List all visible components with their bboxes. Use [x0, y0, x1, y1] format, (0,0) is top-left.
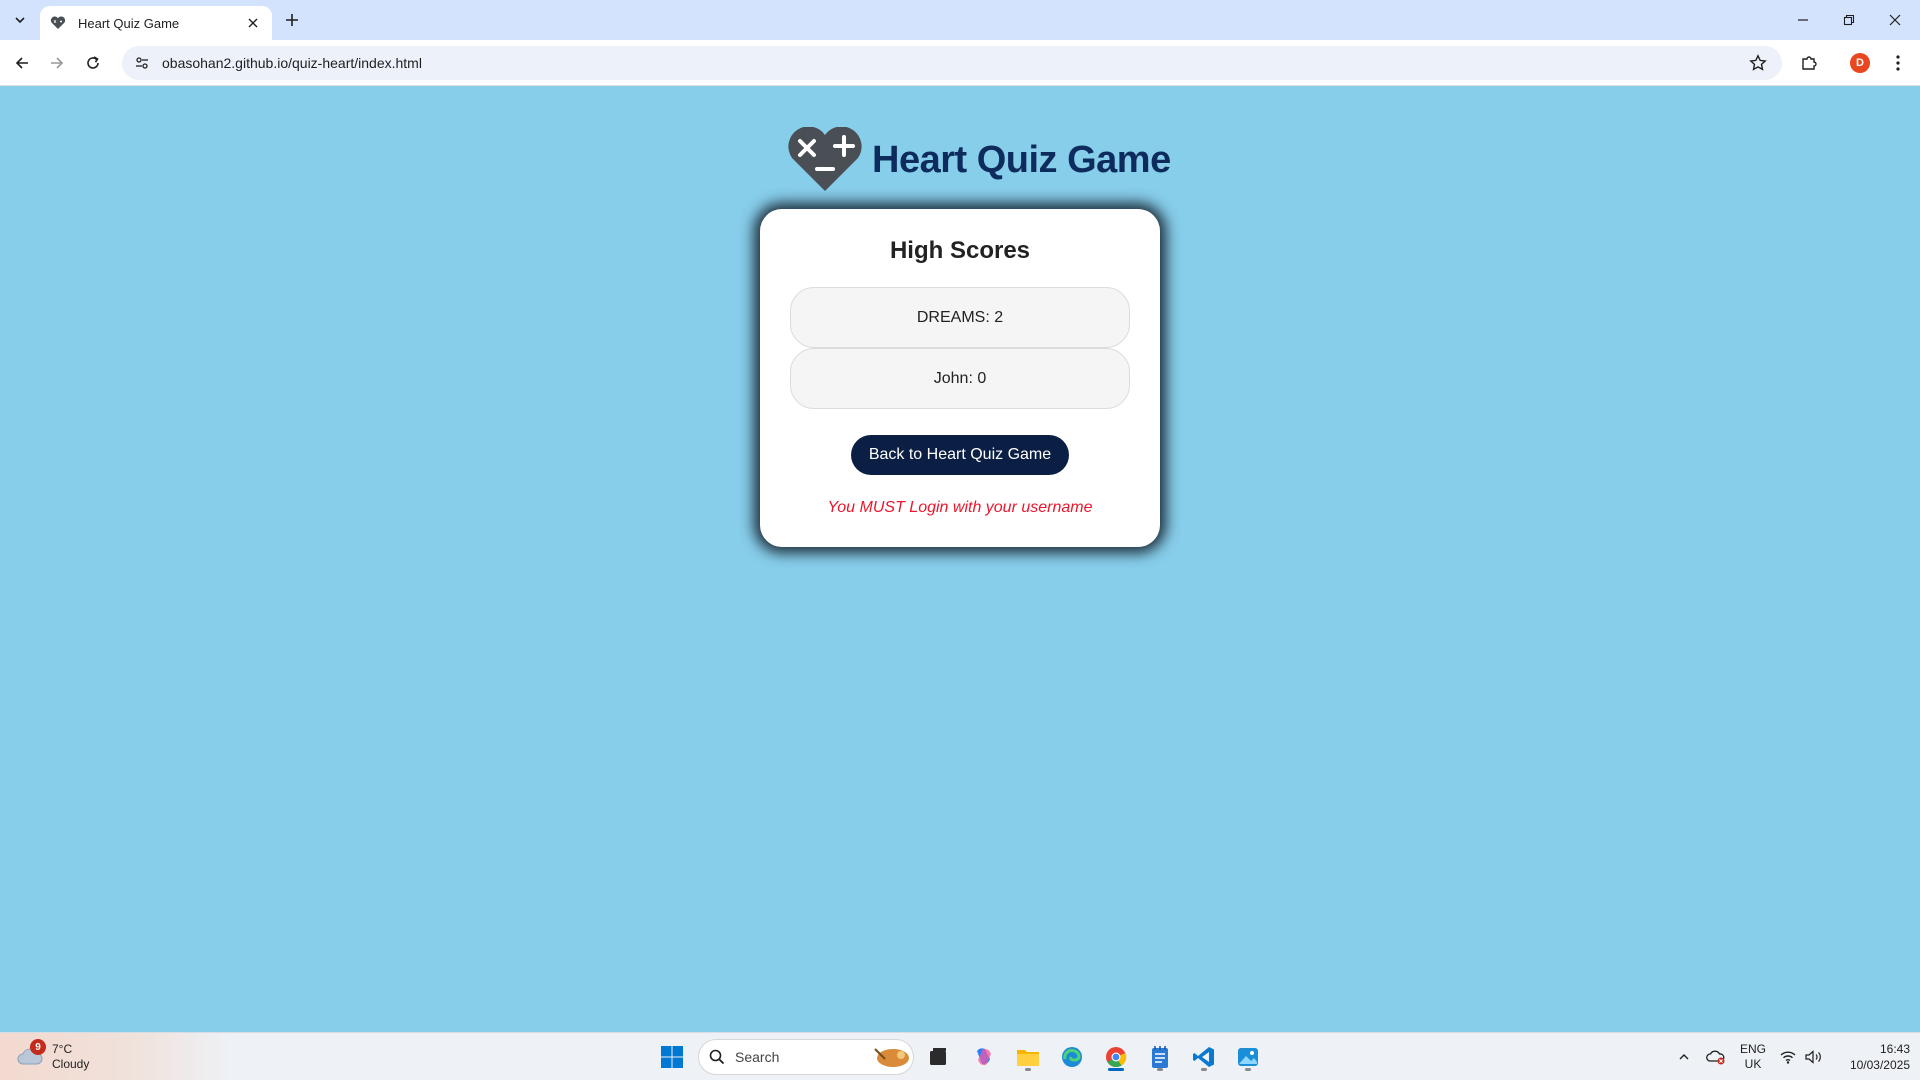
weather-temperature: 7°C: [52, 1042, 73, 1056]
profile-button[interactable]: D: [1846, 49, 1874, 77]
weather-description: Cloudy: [52, 1057, 90, 1071]
weather-text: 7°C Cloudy: [52, 1042, 89, 1072]
task-view-icon: [930, 1048, 946, 1065]
score-list: DREAMS: 2 John: 0: [790, 287, 1130, 409]
chrome-icon: [1106, 1047, 1127, 1068]
restore-button[interactable]: [1826, 0, 1872, 40]
url-text[interactable]: obasohan2.github.io/quiz-heart/index.htm…: [162, 55, 1744, 71]
tab-search-button[interactable]: [8, 8, 32, 32]
back-to-game-button[interactable]: Back to Heart Quiz Game: [851, 435, 1069, 475]
cloud-icon: 9: [16, 1039, 46, 1069]
running-indicator: [1025, 1068, 1031, 1071]
chevron-down-icon: [15, 17, 25, 24]
copilot-icon: [977, 1048, 991, 1066]
running-indicator: [1157, 1068, 1163, 1071]
wifi-icon: [1780, 1051, 1796, 1064]
copilot-button[interactable]: [968, 1041, 1000, 1073]
search-label: Search: [735, 1049, 780, 1065]
tab-title: Heart Quiz Game: [78, 15, 180, 31]
new-tab-button[interactable]: [280, 8, 304, 32]
score-item: DREAMS: 2: [790, 287, 1130, 348]
site-info-icon[interactable]: [128, 49, 156, 77]
edge-icon: [1062, 1047, 1082, 1067]
vscode-icon: [1193, 1047, 1214, 1067]
onedrive-tray-button[interactable]: [1702, 1033, 1730, 1080]
search-icon: [709, 1049, 725, 1065]
score-item: John: 0: [790, 348, 1130, 409]
browser-toolbar: obasohan2.github.io/quiz-heart/index.htm…: [0, 40, 1920, 86]
weather-alert-badge: 9: [30, 1039, 46, 1055]
weather-widget[interactable]: 9 7°C Cloudy: [0, 1033, 230, 1080]
forward-nav-button[interactable]: [43, 49, 71, 77]
minimize-icon: [1798, 19, 1808, 21]
back-nav-button[interactable]: [8, 49, 36, 77]
profile-avatar: D: [1850, 53, 1870, 73]
login-warning-text: You MUST Login with your username: [827, 499, 1093, 516]
high-scores-card: High Scores DREAMS: 2 John: 0 Back to He…: [760, 209, 1160, 547]
running-indicator: [1201, 1068, 1207, 1071]
chevron-up-icon: [1679, 1054, 1689, 1060]
clock-time: 16:43: [1879, 1042, 1910, 1056]
vscode-button[interactable]: [1188, 1041, 1220, 1073]
restore-icon: [1843, 14, 1855, 26]
app-title: Heart Quiz Game: [872, 138, 1171, 181]
language-indicator[interactable]: ENG UK: [1736, 1033, 1770, 1080]
wifi-tray-button[interactable]: [1776, 1033, 1800, 1080]
photos-button[interactable]: [1232, 1041, 1264, 1073]
tab-heart-quiz[interactable]: Heart Quiz Game: [40, 6, 272, 40]
kebab-menu-icon: [1896, 55, 1900, 71]
folder-icon: [1017, 1050, 1039, 1066]
puzzle-icon: [1802, 56, 1817, 70]
taskbar-search[interactable]: Search: [698, 1039, 914, 1075]
browser-tab-strip: Heart Quiz Game: [0, 0, 1920, 40]
speaker-icon: [1805, 1050, 1821, 1064]
reload-button[interactable]: [79, 49, 107, 77]
close-icon: [1889, 14, 1901, 26]
app-header: Heart Quiz Game: [788, 127, 1171, 193]
running-indicator: [1245, 1068, 1251, 1071]
chrome-button[interactable]: [1100, 1041, 1132, 1073]
notepad-button[interactable]: [1144, 1041, 1176, 1073]
windows-taskbar: 9 7°C Cloudy Search ENG UK 16:43 10/03/2…: [0, 1032, 1920, 1080]
heart-quiz-logo-icon: [788, 127, 862, 191]
edge-button[interactable]: [1056, 1041, 1088, 1073]
extensions-button[interactable]: [1795, 49, 1823, 77]
keyboard-region: UK: [1744, 1057, 1762, 1071]
cloud-sync-icon: [1706, 1050, 1725, 1065]
volume-tray-button[interactable]: [1802, 1033, 1826, 1080]
clock-date: 10/03/2025: [1849, 1058, 1910, 1072]
file-explorer-button[interactable]: [1012, 1041, 1044, 1073]
active-indicator: [1108, 1068, 1124, 1071]
heart-favicon-icon: [50, 14, 68, 32]
arrow-left-icon: [15, 57, 28, 69]
system-clock[interactable]: 16:43 10/03/2025: [1830, 1041, 1910, 1073]
reload-icon: [87, 56, 99, 69]
photos-icon: [1238, 1048, 1258, 1066]
task-view-button[interactable]: [922, 1041, 954, 1073]
page-viewport: Heart Quiz Game High Scores DREAMS: 2 Jo…: [0, 87, 1920, 1032]
plus-icon: [286, 14, 298, 26]
windows-logo-icon: [661, 1046, 683, 1068]
search-highlight-icon: [874, 1048, 909, 1067]
address-bar[interactable]: obasohan2.github.io/quiz-heart/index.htm…: [122, 46, 1782, 80]
card-title: High Scores: [889, 237, 1031, 264]
bookmark-star-icon[interactable]: [1744, 49, 1772, 77]
browser-menu-button[interactable]: [1884, 49, 1912, 77]
start-button[interactable]: [656, 1041, 688, 1073]
notepad-icon: [1152, 1046, 1168, 1068]
minimize-button[interactable]: [1780, 0, 1826, 40]
language-code: ENG: [1739, 1042, 1766, 1056]
tab-close-icon[interactable]: [244, 14, 262, 32]
close-window-button[interactable]: [1872, 0, 1918, 40]
arrow-right-icon: [51, 57, 64, 69]
show-hidden-icons-button[interactable]: [1672, 1033, 1696, 1080]
